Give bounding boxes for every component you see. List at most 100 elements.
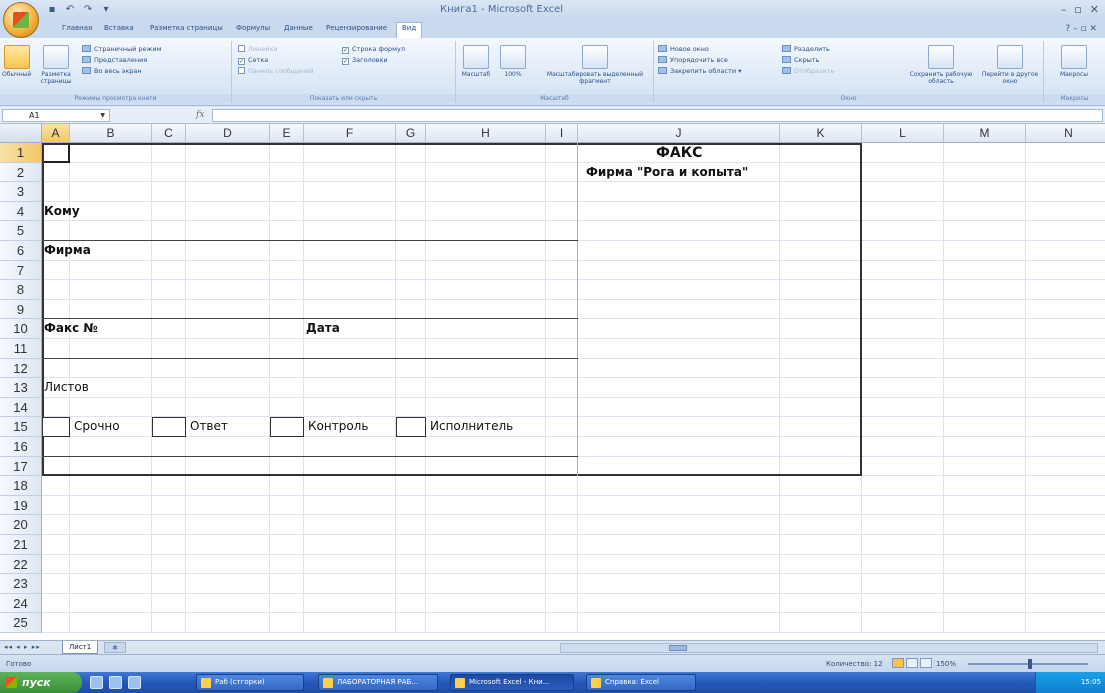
quick-launch-icon[interactable]: [90, 676, 103, 689]
tab-home[interactable]: Главная: [62, 24, 92, 32]
row-header-21[interactable]: 21: [0, 535, 42, 555]
row-header-19[interactable]: 19: [0, 495, 42, 516]
column-header-b[interactable]: B: [70, 124, 152, 143]
insert-function-icon[interactable]: fx: [196, 110, 204, 120]
row-header-18[interactable]: 18: [0, 476, 42, 496]
save-workspace-button[interactable]: Сохранить рабочую область: [906, 45, 976, 85]
row-header-20[interactable]: 20: [0, 515, 42, 535]
tab-insert[interactable]: Вставка: [104, 24, 134, 32]
tab-page-layout[interactable]: Разметка страницы: [150, 24, 223, 32]
column-header-i[interactable]: I: [546, 124, 578, 143]
row-header-2[interactable]: 2: [0, 162, 42, 183]
zoom-100-button[interactable]: 100%: [498, 45, 528, 78]
switch-windows-button[interactable]: Перейти в другое окно: [978, 45, 1042, 85]
row-header-24[interactable]: 24: [0, 593, 42, 614]
zoom-button[interactable]: Масштаб: [458, 45, 494, 78]
row-header-14[interactable]: 14: [0, 397, 42, 418]
tab-review[interactable]: Рецензирование: [326, 24, 387, 32]
column-header-d[interactable]: D: [186, 124, 270, 143]
horizontal-scrollbar[interactable]: [560, 643, 1098, 653]
row-header-5[interactable]: 5: [0, 221, 42, 241]
name-box[interactable]: A1 ▼: [2, 109, 110, 122]
row-header-3[interactable]: 3: [0, 182, 42, 202]
headings-checkbox[interactable]: ✓ Заголовки: [342, 56, 388, 65]
split-button[interactable]: Разделить: [782, 45, 830, 53]
sheet-tab-active[interactable]: Лист1: [62, 641, 99, 654]
taskbar-item-help[interactable]: Справка: Excel: [586, 674, 696, 691]
taskbar-item-word[interactable]: ЛАБОРАТОРНАЯ РАБ...: [318, 674, 438, 691]
row-header-23[interactable]: 23: [0, 574, 42, 594]
page-layout-view-icon[interactable]: [906, 658, 918, 668]
restore-icon[interactable]: ▫: [1074, 3, 1081, 16]
page-layout-view-button[interactable]: Разметка страницы: [38, 45, 74, 85]
normal-view-button[interactable]: Обычный: [2, 45, 31, 78]
column-header-g[interactable]: G: [396, 124, 426, 143]
row-header-8[interactable]: 8: [0, 280, 42, 300]
row-header-9[interactable]: 9: [0, 299, 42, 320]
new-window-button[interactable]: Новое окно: [658, 45, 709, 53]
page-break-view-icon[interactable]: [920, 658, 932, 668]
select-all-corner[interactable]: [0, 124, 42, 143]
tab-formulas[interactable]: Формулы: [236, 24, 270, 32]
row-header-4[interactable]: 4: [0, 201, 42, 222]
zoom-slider-handle[interactable]: [1028, 659, 1032, 669]
qat-dropdown-icon[interactable]: ▾: [100, 4, 112, 16]
unhide-button[interactable]: Отобразить: [782, 67, 834, 75]
formula-bar-checkbox[interactable]: ✓ Строка формул: [342, 45, 405, 54]
close-icon[interactable]: ✕: [1090, 3, 1099, 16]
column-header-k[interactable]: K: [780, 124, 862, 143]
taskbar-item-excel[interactable]: Microsoft Excel - Кни...: [450, 674, 574, 691]
column-header-a[interactable]: A: [42, 124, 70, 143]
insert-sheet-icon[interactable]: ✱: [104, 642, 126, 653]
full-screen-button[interactable]: Во весь экран: [82, 67, 142, 75]
row-header-22[interactable]: 22: [0, 554, 42, 575]
macros-button[interactable]: Макросы: [1056, 45, 1092, 78]
zoom-slider[interactable]: [968, 659, 1088, 669]
worksheet-grid[interactable]: A B C D E F G H I J K L M N 1 2 3 4 5 6 7 8 9 10 11 12 13 14 15 16 17 1…: [0, 124, 1105, 640]
ruler-checkbox[interactable]: Линейка: [238, 45, 278, 53]
taskbar-item-folder[interactable]: Раб (стгорки): [196, 674, 304, 691]
undo-icon[interactable]: ↶: [64, 4, 76, 16]
help-icon[interactable]: ? – ▫ ✕: [1066, 24, 1098, 34]
tab-view[interactable]: Вид: [396, 22, 423, 38]
freeze-panes-button[interactable]: Закрепить области ▾: [658, 67, 741, 75]
message-bar-checkbox[interactable]: Панель сообщений: [238, 67, 314, 75]
column-header-n[interactable]: N: [1026, 124, 1105, 143]
custom-views-button[interactable]: Представления: [82, 56, 147, 64]
column-header-f[interactable]: F: [304, 124, 396, 143]
scrollbar-thumb[interactable]: [669, 645, 687, 651]
row-header-10[interactable]: 10: [0, 319, 42, 339]
column-header-m[interactable]: M: [944, 124, 1026, 143]
column-header-l[interactable]: L: [862, 124, 944, 143]
column-header-h[interactable]: H: [426, 124, 546, 143]
column-header-j[interactable]: J: [578, 124, 780, 143]
arrange-all-button[interactable]: Упорядочить все: [658, 56, 728, 64]
checkbox-square[interactable]: [270, 417, 304, 437]
office-button[interactable]: [3, 2, 39, 38]
row-header-25[interactable]: 25: [0, 613, 42, 633]
redo-icon[interactable]: ↷: [82, 4, 94, 16]
page-break-view-button[interactable]: Страничный режим: [82, 45, 162, 53]
hide-button[interactable]: Скрыть: [782, 56, 819, 64]
start-button[interactable]: пуск: [0, 672, 82, 693]
zoom-to-selection-button[interactable]: Масштабировать выделенный фрагмент: [540, 45, 650, 85]
checkbox-square[interactable]: [42, 417, 70, 437]
row-header-15[interactable]: 15: [0, 417, 42, 437]
column-header-c[interactable]: C: [152, 124, 186, 143]
row-header-7[interactable]: 7: [0, 260, 42, 281]
row-header-11[interactable]: 11: [0, 339, 42, 359]
quick-launch-icon[interactable]: [109, 676, 122, 689]
checkbox-square[interactable]: [396, 417, 426, 437]
checkbox-square[interactable]: [152, 417, 186, 437]
zoom-level[interactable]: 150%: [936, 660, 956, 668]
quick-launch-icon[interactable]: [128, 676, 141, 689]
gridlines-checkbox[interactable]: ✓ Сетка: [238, 56, 268, 65]
row-header-1[interactable]: 1: [0, 143, 42, 163]
sheet-nav-arrows[interactable]: ◂◂ ◂ ▸ ▸▸: [4, 643, 41, 651]
save-icon[interactable]: ▪: [46, 4, 58, 16]
chevron-down-icon[interactable]: ▼: [100, 110, 105, 122]
row-header-12[interactable]: 12: [0, 358, 42, 379]
minimize-icon[interactable]: –: [1061, 3, 1067, 16]
row-header-17[interactable]: 17: [0, 456, 42, 477]
row-header-13[interactable]: 13: [0, 378, 42, 398]
